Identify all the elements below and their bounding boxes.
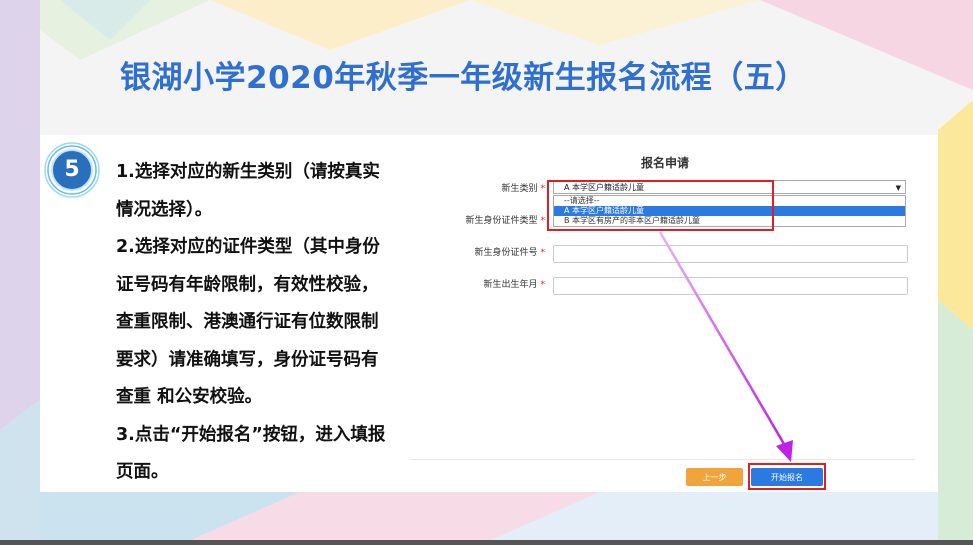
chevron-down-icon: ▼ bbox=[895, 184, 901, 192]
category-select[interactable]: A 本学区户籍适龄儿童 ▼ bbox=[553, 180, 906, 194]
instructions: 1.选择对应的新生类别（请按真实情况选择）。 2.选择对应的证件类型（其中身份证… bbox=[116, 154, 391, 492]
required-mark: * bbox=[540, 184, 546, 194]
start-registration-button[interactable]: 开始报名 bbox=[751, 468, 823, 486]
dropdown-option[interactable]: B 本学区有房产的非本区户籍适龄儿童 bbox=[554, 216, 905, 226]
category-label: 新生类别 * bbox=[501, 184, 546, 194]
id-number-input[interactable] bbox=[553, 245, 908, 263]
category-select-value: A 本学区户籍适龄儿童 bbox=[564, 183, 645, 192]
category-dropdown: --请选择-- A 本学区户籍适龄儿童 B 本学区有房产的非本区户籍适龄儿童 bbox=[553, 195, 906, 227]
id-number-label: 新生身份证件号 * bbox=[474, 248, 546, 258]
instruction-1: 1.选择对应的新生类别（请按真实情况选择）。 bbox=[116, 162, 380, 220]
step-number: 5 bbox=[64, 157, 80, 182]
form-divider bbox=[410, 459, 915, 460]
dropdown-option-selected[interactable]: A 本学区户籍适龄儿童 bbox=[554, 206, 905, 216]
form-title: 报名申请 bbox=[640, 156, 689, 170]
step-badge: 5 bbox=[44, 142, 100, 198]
prev-step-button[interactable]: 上一步 bbox=[686, 468, 743, 486]
registration-form: 报名申请 新生类别 * 新生身份证件类型 * 新生身份证件号 * 新生出生年月 * A … bbox=[410, 148, 920, 493]
required-mark: * bbox=[540, 248, 546, 258]
instruction-3: 3.点击“开始报名”按钮，进入填报页面。 bbox=[116, 424, 386, 483]
required-mark: * bbox=[540, 216, 546, 226]
slide-title: 银湖小学2020年秋季一年级新生报名流程（五） bbox=[120, 60, 807, 96]
dropdown-option[interactable]: --请选择-- bbox=[554, 196, 905, 206]
instruction-2: 2.选择对应的证件类型（其中身份证号码有年龄限制，有效性校验，查重限制、港澳通行… bbox=[116, 237, 380, 407]
birth-date-label: 新生出生年月 * bbox=[483, 280, 546, 290]
birth-date-input[interactable] bbox=[553, 277, 908, 295]
required-mark: * bbox=[540, 280, 546, 290]
id-type-label: 新生身份证件类型 * bbox=[465, 216, 546, 226]
